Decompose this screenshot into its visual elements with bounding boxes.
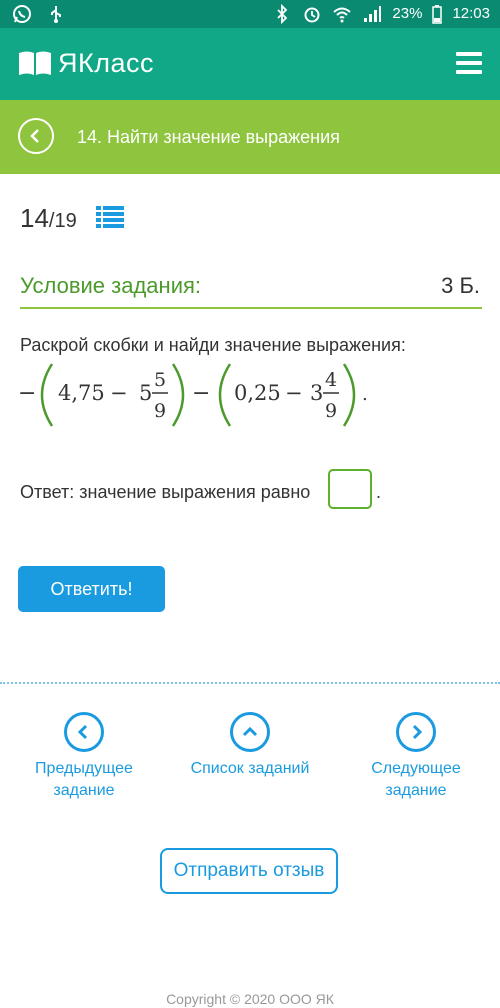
minus-sign: − <box>18 381 36 406</box>
logo[interactable]: ЯКласс <box>18 46 154 80</box>
task-list-label: Список заданий <box>190 760 310 777</box>
prev-task-label: Предыдущее задание <box>35 760 133 799</box>
prev-task-button[interactable]: Предыдущее задание <box>24 712 144 802</box>
bluetooth-icon <box>277 4 288 24</box>
chevron-right-icon <box>412 724 423 740</box>
mixed-whole-d: 3 <box>310 381 323 405</box>
left-paren-1 <box>40 363 54 427</box>
left-paren-2 <box>218 363 232 427</box>
signal-icon <box>364 6 382 22</box>
answer-suffix: . <box>376 482 382 502</box>
prev-circle <box>64 712 104 752</box>
book-icon <box>19 51 51 75</box>
fraction-num-d: 4 <box>325 369 337 391</box>
task-current: 14 <box>20 203 49 233</box>
wifi-icon <box>333 7 352 23</box>
answer-input[interactable] <box>328 469 372 509</box>
minus-sign: − <box>110 381 128 405</box>
fraction-num-b: 5 <box>154 369 166 391</box>
task-list-button[interactable]: Список заданий <box>185 712 315 780</box>
chevron-up-icon <box>242 726 258 737</box>
next-circle <box>396 712 436 752</box>
chevron-left-icon <box>30 129 39 143</box>
app-header: ЯКласс <box>0 28 500 100</box>
battery-percent: 23% <box>392 5 423 22</box>
right-paren-1 <box>171 363 185 427</box>
minus-sign: − <box>192 381 210 406</box>
next-task-label: Следующее задание <box>371 760 461 799</box>
section-divider <box>0 682 500 684</box>
fraction-den-d: 9 <box>325 400 337 422</box>
right-paren-2 <box>342 363 356 427</box>
condition-heading: Условие задания: <box>20 273 202 298</box>
next-task-button[interactable]: Следующее задание <box>356 712 476 802</box>
heading-underline <box>20 307 482 309</box>
chevron-left-icon <box>77 724 88 740</box>
task-statement: Раскрой скобки и найди значение выражени… <box>20 335 406 355</box>
whatsapp-icon <box>13 5 31 23</box>
task-title: 14. Найти значение выражения <box>77 127 340 147</box>
usb-icon <box>51 6 61 23</box>
minus-sign: − <box>285 381 303 405</box>
answer-label: Ответ: значение выражения равно <box>20 482 311 502</box>
back-button[interactable] <box>18 118 54 154</box>
send-feedback-button[interactable]: Отправить отзыв <box>160 848 338 894</box>
clock: 12:03 <box>452 5 490 22</box>
term-a: 4,75 <box>58 381 105 405</box>
battery-icon <box>432 5 443 24</box>
points-badge: 3 Б. <box>441 273 480 298</box>
term-c: 0,25 <box>234 381 281 405</box>
task-counter: 14/19 <box>20 203 77 236</box>
task-total: /19 <box>48 210 77 232</box>
status-bar: 23% 12:03 <box>0 0 500 28</box>
mixed-whole-b: 5 <box>139 381 152 405</box>
task-bar: 14. Найти значение выражения <box>0 100 500 174</box>
submit-button[interactable]: Ответить! <box>18 566 165 612</box>
logo-text: ЯКласс <box>58 48 154 78</box>
period: . <box>362 384 368 405</box>
copyright-text: Copyright © 2020 ООО ЯК <box>166 991 334 1007</box>
task-list-icon[interactable] <box>96 205 124 229</box>
fraction-den-b: 9 <box>154 400 166 422</box>
math-expression: − 4,75 − 5 5 9 − 0,25 − 3 4 9 . <box>18 363 368 427</box>
menu-icon[interactable] <box>456 52 482 74</box>
list-circle <box>230 712 270 752</box>
alarm-icon <box>304 7 320 23</box>
